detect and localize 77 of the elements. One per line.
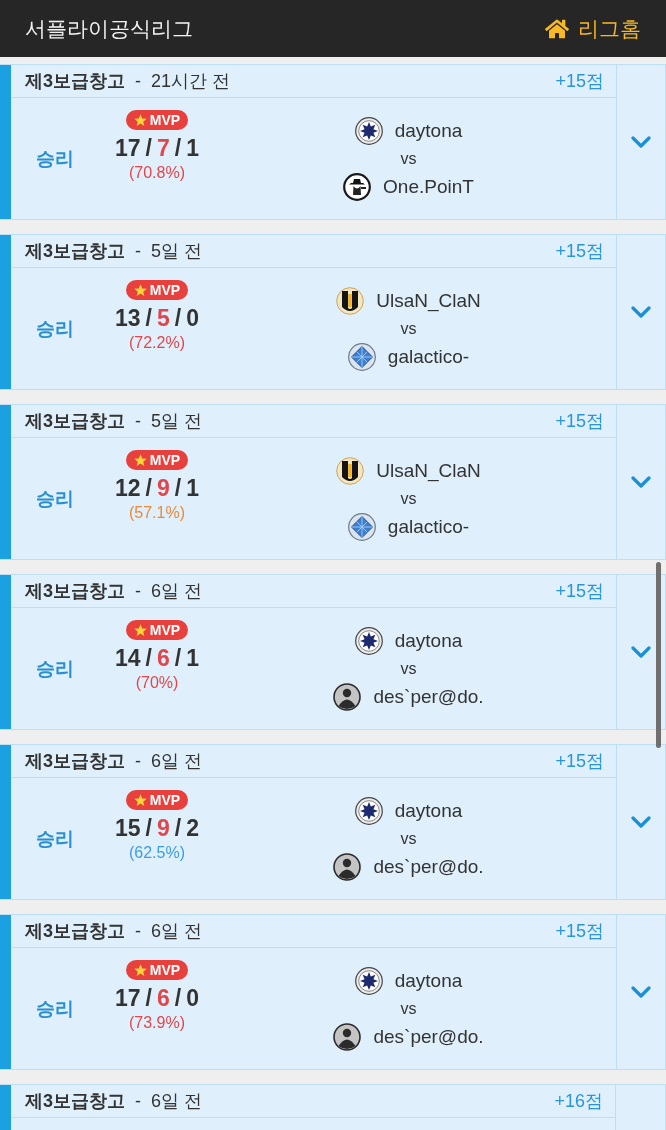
- star-emblem-icon: [354, 966, 383, 995]
- star-icon: [133, 283, 147, 297]
- star-emblem-icon: [354, 796, 383, 825]
- match-result: 승리: [36, 486, 74, 511]
- kill-participation: (70.8%): [129, 163, 185, 183]
- team-name: daytona: [394, 969, 463, 992]
- star-emblem-icon: [354, 626, 383, 655]
- kill-participation: (73.9%): [129, 1013, 185, 1033]
- mvp-label: MVP: [149, 111, 181, 130]
- avatar-icon: [333, 682, 362, 711]
- kda-score: 17 / 6 / 0: [115, 984, 199, 1012]
- match-title: 제3보급창고 - 6일 전: [25, 580, 203, 603]
- team-name: daytona: [394, 799, 463, 822]
- mvp-label: MVP: [149, 961, 181, 980]
- points-change: +15점: [555, 240, 604, 263]
- match-result: 승리: [36, 146, 74, 171]
- avatar-icon: [333, 852, 362, 881]
- points-change: +15점: [555, 410, 604, 433]
- match-title: 제3보급창고 - 21시간 전: [25, 70, 231, 93]
- versus-label: vs: [400, 318, 417, 339]
- match-title: 제3보급창고 - 6일 전: [25, 920, 203, 943]
- versus-label: vs: [400, 488, 417, 509]
- points-change: +15점: [555, 70, 604, 93]
- kda-score: 12 / 9 / 1: [115, 474, 199, 502]
- mvp-label: MVP: [149, 281, 181, 300]
- versus-label: vs: [400, 998, 417, 1019]
- avatar-icon: [333, 1022, 362, 1051]
- team-name: des`per@do.: [373, 685, 484, 708]
- star-icon: [133, 113, 147, 127]
- team-name: des`per@do.: [373, 1025, 484, 1048]
- kill-participation: (62.5%): [129, 843, 185, 863]
- team-name: One.PoinT: [383, 175, 474, 198]
- team-name: UlsaN_ClaN: [376, 289, 481, 312]
- diamond-emblem-icon: [347, 342, 376, 371]
- letter-emblem-icon: [336, 456, 365, 485]
- star-icon: [133, 793, 147, 807]
- match-title: 제3보급창고 - 6일 전: [25, 1090, 203, 1113]
- kill-participation: (57.1%): [129, 503, 185, 523]
- team-name: galactico-: [387, 515, 470, 538]
- diamond-emblem-icon: [347, 512, 376, 541]
- points-change: +15점: [555, 580, 604, 603]
- kda-score: 14 / 6 / 1: [115, 644, 199, 672]
- letter-emblem-icon: [336, 286, 365, 315]
- team-name: des`per@do.: [373, 855, 484, 878]
- kill-participation: (72.2%): [129, 333, 185, 353]
- scrollbar-thumb[interactable]: [656, 562, 661, 748]
- team-name: daytona: [394, 119, 463, 142]
- match-result: 승리: [36, 996, 74, 1021]
- kda-score: 15 / 9 / 2: [115, 814, 199, 842]
- match-title: 제3보급창고 - 6일 전: [25, 750, 203, 773]
- star-icon: [133, 623, 147, 637]
- league-home-link[interactable]: 리그홈: [545, 14, 641, 43]
- versus-label: vs: [400, 148, 417, 169]
- versus-label: vs: [400, 828, 417, 849]
- kill-participation: (70%): [135, 673, 179, 693]
- kda-score: 13 / 5 / 0: [115, 304, 199, 332]
- match-result: 승리: [36, 656, 74, 681]
- mvp-label: MVP: [149, 621, 181, 640]
- match-result: 승리: [36, 826, 74, 851]
- match-title: 제3보급창고 - 5일 전: [25, 410, 203, 433]
- mvp-label: MVP: [149, 791, 181, 810]
- team-name: UlsaN_ClaN: [376, 459, 481, 482]
- league-title: 서플라이공식리그: [25, 15, 193, 42]
- star-icon: [133, 453, 147, 467]
- versus-label: vs: [400, 658, 417, 679]
- team-name: galactico-: [387, 345, 470, 368]
- points-change: +16점: [554, 1090, 603, 1113]
- match-title: 제3보급창고 - 5일 전: [25, 240, 203, 263]
- points-change: +15점: [555, 750, 604, 773]
- mvp-label: MVP: [149, 451, 181, 470]
- star-emblem-icon: [354, 116, 383, 145]
- points-change: +15점: [555, 920, 604, 943]
- team-name: daytona: [394, 629, 463, 652]
- match-result: 승리: [36, 316, 74, 341]
- hat-emblem-icon: [343, 172, 372, 201]
- kda-score: 17 / 7 / 1: [115, 134, 199, 162]
- star-icon: [133, 963, 147, 977]
